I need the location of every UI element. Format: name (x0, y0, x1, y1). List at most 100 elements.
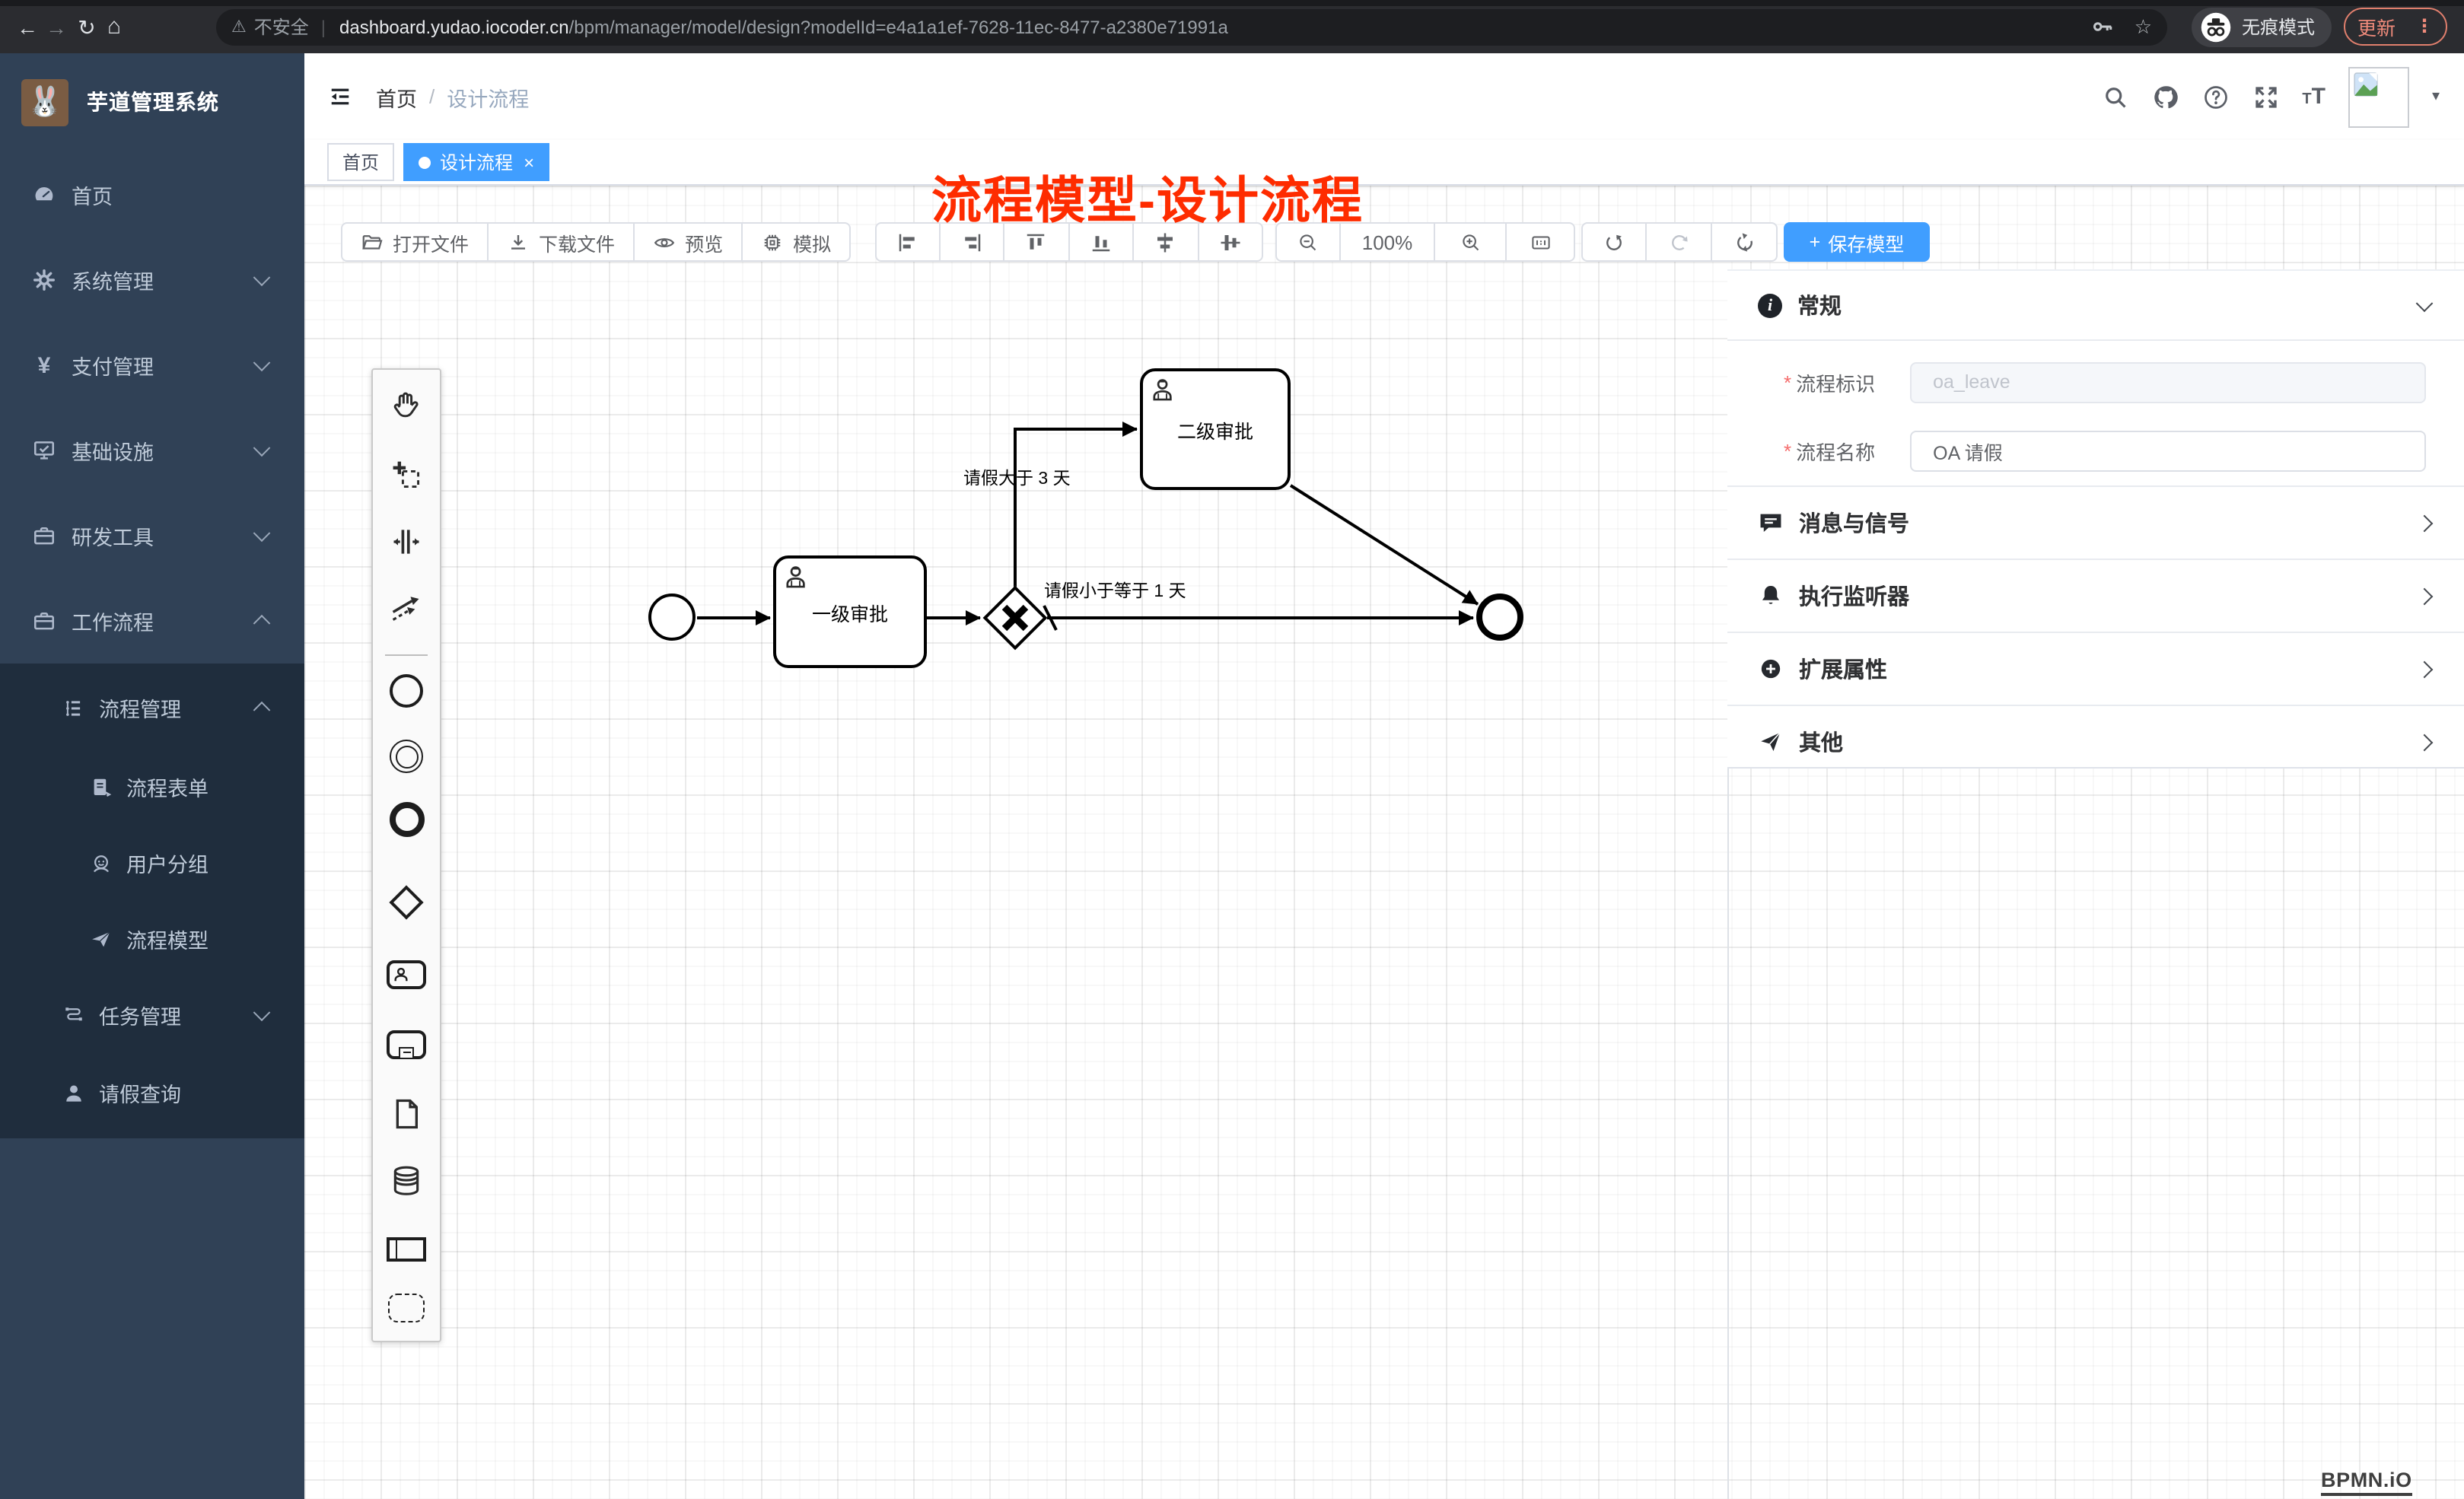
sidebar-item-home[interactable]: 首页 (0, 152, 304, 237)
browser-menu-icon[interactable]: ⋮ (2415, 15, 2434, 37)
redo-button[interactable] (1647, 222, 1712, 262)
incognito-badge: 无痕模式 (2192, 7, 2332, 46)
preview-button[interactable]: 预览 (635, 222, 743, 262)
dashboard-icon (32, 183, 56, 207)
help-icon[interactable] (2201, 83, 2229, 110)
sidebar-item-process-model[interactable]: 流程模型 (0, 901, 304, 977)
sidebar-item-system[interactable]: 系统管理 (0, 237, 304, 323)
process-name-input[interactable] (1910, 430, 2426, 471)
hand-tool[interactable] (387, 387, 426, 426)
github-icon[interactable] (2151, 83, 2179, 110)
download-icon (507, 231, 530, 253)
section-general[interactable]: i 常规 (1727, 271, 2464, 341)
sidebar-item-user-group[interactable]: 用户分组 (0, 825, 304, 901)
user-task-icon (387, 960, 426, 988)
bpmn-canvas[interactable]: 打开文件 下载文件 预览 模拟 (304, 186, 2464, 1499)
undo-button[interactable] (1581, 222, 1647, 262)
space-tool[interactable] (387, 522, 426, 562)
browser-home-icon[interactable]: ⌂ (100, 14, 128, 41)
zoom-in-button[interactable] (1435, 222, 1507, 262)
create-start-event[interactable] (387, 671, 426, 711)
browser-reload-icon[interactable]: ↻ (73, 14, 100, 41)
sidebar-item-payment[interactable]: ¥ 支付管理 (0, 323, 304, 408)
align-left-button[interactable] (875, 222, 940, 262)
search-icon[interactable] (2101, 83, 2128, 110)
browser-update-button[interactable]: 更新 ⋮ (2344, 7, 2447, 45)
restart-button[interactable] (1712, 222, 1778, 262)
sidebar-item-task-mgmt[interactable]: 任务管理 (0, 977, 304, 1053)
exclusive-gateway-node[interactable] (983, 586, 1047, 650)
task-label: 一级审批 (812, 597, 888, 626)
general-fields: * 流程标识 * 流程名称 (1727, 341, 2464, 485)
create-group[interactable] (387, 1287, 426, 1327)
sidebar-item-leave-query[interactable]: 请假查询 (0, 1053, 304, 1132)
avatar[interactable] (2348, 66, 2409, 127)
field-label: 流程标识 (1796, 368, 1890, 396)
breadcrumb-home[interactable]: 首页 (376, 81, 417, 112)
sidebar: 🐰 芋道管理系统 首页 系统管理 ¥ 支付管理 (0, 53, 304, 1499)
sidebar-item-infra[interactable]: 基础设施 (0, 408, 304, 493)
avatar-caret-icon[interactable]: ▾ (2432, 88, 2440, 105)
global-connect-tool[interactable] (387, 587, 426, 627)
sidebar-item-workflow[interactable]: 工作流程 (0, 578, 304, 664)
bpmn-io-logo[interactable]: BPMN.iO (2321, 1469, 2412, 1496)
data-object-icon (391, 1097, 422, 1131)
browser-forward-icon[interactable]: → (43, 14, 70, 41)
save-model-button[interactable]: + 保存模型 (1784, 222, 1930, 262)
gateway-icon (389, 885, 423, 919)
sidebar-item-devtools[interactable]: 研发工具 (0, 493, 304, 578)
simulate-button[interactable]: 模拟 (743, 222, 851, 262)
briefcase-icon (32, 609, 56, 633)
tab-home[interactable]: 首页 (327, 143, 394, 181)
zoom-reset-button[interactable] (1507, 222, 1575, 262)
create-user-task[interactable] (387, 954, 426, 994)
required-mark: * (1784, 371, 1791, 393)
task-node-level2[interactable]: 二级审批 (1140, 368, 1291, 490)
download-file-button[interactable]: 下载文件 (489, 222, 635, 262)
task-label: 二级审批 (1177, 415, 1253, 444)
tab-close-icon[interactable]: × (524, 153, 534, 171)
paper-plane-icon (1758, 729, 1784, 755)
update-label[interactable]: 更新 (2357, 11, 2396, 40)
section-execution-listeners[interactable]: 执行监听器 (1727, 559, 2464, 632)
flow-label-le1[interactable]: 请假小于等于 1 天 (1044, 578, 1186, 603)
section-messages-signals[interactable]: 消息与信号 (1727, 485, 2464, 559)
chevron-right-icon (2416, 514, 2434, 532)
font-size-icon[interactable]: TT (2302, 85, 2326, 108)
sidebar-item-label: 首页 (72, 180, 113, 210)
app-logo-row: 🐰 芋道管理系统 (0, 53, 304, 132)
password-key-icon[interactable] (2092, 15, 2115, 38)
create-data-object[interactable] (387, 1094, 426, 1134)
field-label: 流程名称 (1796, 436, 1890, 465)
open-file-button[interactable]: 打开文件 (341, 222, 489, 262)
bookmark-star-icon[interactable]: ☆ (2135, 14, 2152, 39)
history-button-group (1581, 222, 1778, 262)
fullscreen-icon[interactable] (2252, 83, 2279, 110)
create-participant[interactable] (387, 1230, 426, 1269)
start-event-node[interactable] (648, 594, 696, 641)
chevron-right-icon (2416, 587, 2434, 605)
zoom-out-icon (1297, 231, 1320, 253)
chevron-down-icon (253, 269, 271, 286)
sidebar-item-process-form[interactable]: 流程表单 (0, 749, 304, 825)
group-icon (388, 1293, 425, 1322)
create-end-event[interactable] (387, 799, 426, 839)
flow-label-gt3[interactable]: 请假大于 3 天 (963, 466, 1071, 490)
security-label[interactable]: 不安全 (254, 14, 309, 40)
create-data-store[interactable] (387, 1161, 426, 1201)
section-extension-attributes[interactable]: 扩展属性 (1727, 632, 2464, 705)
address-bar[interactable]: ⚠ 不安全 | dashboard.yudao.iocoder.cn/bpm/m… (216, 8, 2167, 45)
chevron-down-icon (253, 439, 271, 457)
end-event-node[interactable] (1476, 594, 1523, 641)
browser-back-icon[interactable]: ← (14, 14, 41, 41)
sidebar-item-label: 用户分组 (126, 848, 209, 878)
create-gateway[interactable] (387, 883, 426, 922)
sidebar-collapse-icon[interactable] (327, 85, 353, 108)
create-intermediate-event[interactable] (387, 737, 426, 776)
task-node-level1[interactable]: 一级审批 (773, 555, 927, 668)
section-other[interactable]: 其他 (1727, 705, 2464, 778)
lasso-tool[interactable] (387, 455, 426, 495)
sidebar-item-process-mgmt[interactable]: 流程管理 (0, 667, 304, 749)
create-subprocess[interactable] (387, 1024, 426, 1064)
tab-design-process[interactable]: 设计流程 × (403, 143, 549, 181)
